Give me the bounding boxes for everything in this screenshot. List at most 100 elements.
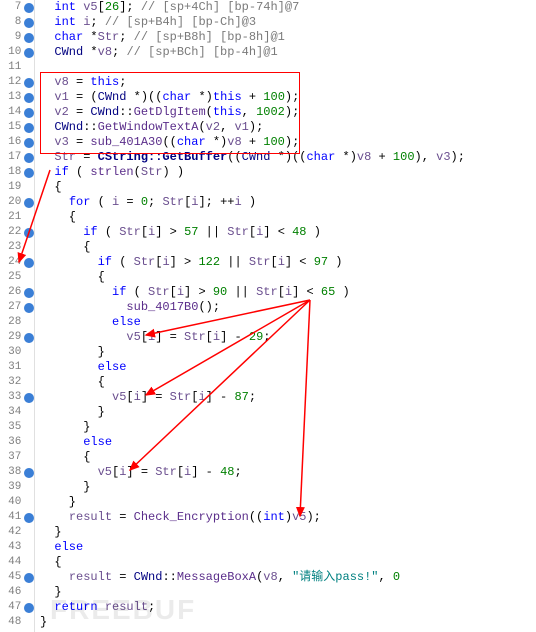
breakpoint-dot[interactable] bbox=[24, 3, 34, 13]
code-text: sub_4017B0(); bbox=[34, 300, 220, 315]
breakpoint-dot[interactable] bbox=[24, 78, 34, 88]
code-line[interactable]: if ( Str[i] > 90 || Str[i] < 65 ) bbox=[34, 285, 465, 300]
code-line[interactable]: { bbox=[34, 180, 465, 195]
breakpoint-dot[interactable] bbox=[24, 48, 34, 58]
code-text: else bbox=[34, 360, 126, 375]
code-line[interactable]: { bbox=[34, 270, 465, 285]
breakpoint-dot[interactable] bbox=[24, 258, 34, 268]
code-text: if ( Str[i] > 90 || Str[i] < 65 ) bbox=[34, 285, 350, 300]
breakpoint-empty bbox=[24, 348, 34, 358]
code-line[interactable]: { bbox=[34, 240, 465, 255]
code-line[interactable]: v5[i] = Str[i] - 29; bbox=[34, 330, 465, 345]
gutter-row: 26 bbox=[0, 285, 34, 300]
code-line[interactable]: v5[i] = Str[i] - 48; bbox=[34, 465, 465, 480]
gutter-row: 12 bbox=[0, 75, 34, 90]
code-line[interactable]: int v5[26]; // [sp+4Ch] [bp-74h]@7 bbox=[34, 0, 465, 15]
code-text: { bbox=[34, 555, 62, 570]
code-line[interactable]: { bbox=[34, 450, 465, 465]
code-text: { bbox=[34, 270, 105, 285]
code-line[interactable]: CWnd *v8; // [sp+BCh] [bp-4h]@1 bbox=[34, 45, 465, 60]
code-line[interactable]: Str = CString::GetBuffer((CWnd *)((char … bbox=[34, 150, 465, 165]
breakpoint-dot[interactable] bbox=[24, 33, 34, 43]
code-line[interactable]: char *Str; // [sp+B8h] [bp-8h]@1 bbox=[34, 30, 465, 45]
line-number: 41 bbox=[0, 510, 23, 525]
breakpoint-dot[interactable] bbox=[24, 603, 34, 613]
breakpoint-dot[interactable] bbox=[24, 138, 34, 148]
line-number: 13 bbox=[0, 90, 23, 105]
line-number: 14 bbox=[0, 105, 23, 120]
code-line[interactable]: } bbox=[34, 495, 465, 510]
code-line[interactable]: result = CWnd::MessageBoxA(v8, "请输入pass!… bbox=[34, 570, 465, 585]
code-line[interactable]: v3 = sub_401A30((char *)v8 + 100); bbox=[34, 135, 465, 150]
code-line[interactable]: else bbox=[34, 315, 465, 330]
code-line[interactable]: else bbox=[34, 435, 465, 450]
code-line[interactable]: for ( i = 0; Str[i]; ++i ) bbox=[34, 195, 465, 210]
breakpoint-dot[interactable] bbox=[24, 333, 34, 343]
gutter-row: 31 bbox=[0, 360, 34, 375]
breakpoint-empty bbox=[24, 498, 34, 508]
gutter-row: 44 bbox=[0, 555, 34, 570]
code-line[interactable]: } bbox=[34, 420, 465, 435]
code-line[interactable]: v1 = (CWnd *)((char *)this + 100); bbox=[34, 90, 465, 105]
code-line[interactable]: } bbox=[34, 480, 465, 495]
line-number: 12 bbox=[0, 75, 23, 90]
code-line[interactable]: return result; bbox=[34, 600, 465, 615]
breakpoint-dot[interactable] bbox=[24, 108, 34, 118]
line-number: 31 bbox=[0, 360, 23, 375]
breakpoint-dot[interactable] bbox=[24, 303, 34, 313]
code-line[interactable]: v2 = CWnd::GetDlgItem(this, 1002); bbox=[34, 105, 465, 120]
breakpoint-empty bbox=[24, 483, 34, 493]
code-line[interactable]: if ( strlen(Str) ) bbox=[34, 165, 465, 180]
gutter-row: 27 bbox=[0, 300, 34, 315]
gutter-row: 40 bbox=[0, 495, 34, 510]
breakpoint-dot[interactable] bbox=[24, 468, 34, 478]
code-line[interactable]: result = Check_Encryption((int)v5); bbox=[34, 510, 465, 525]
code-text: { bbox=[34, 180, 62, 195]
breakpoint-dot[interactable] bbox=[24, 288, 34, 298]
code-text: else bbox=[34, 435, 112, 450]
breakpoint-dot[interactable] bbox=[24, 573, 34, 583]
code-line[interactable]: v5[i] = Str[i] - 87; bbox=[34, 390, 465, 405]
code-line[interactable]: } bbox=[34, 345, 465, 360]
gutter-row: 10 bbox=[0, 45, 34, 60]
code-line[interactable] bbox=[34, 60, 465, 75]
code-line[interactable]: } bbox=[34, 615, 465, 630]
line-number: 44 bbox=[0, 555, 23, 570]
breakpoint-dot[interactable] bbox=[24, 228, 34, 238]
breakpoint-dot[interactable] bbox=[24, 93, 34, 103]
code-line[interactable]: sub_4017B0(); bbox=[34, 300, 465, 315]
code-line[interactable]: CWnd::GetWindowTextA(v2, v1); bbox=[34, 120, 465, 135]
code-text: } bbox=[34, 420, 90, 435]
breakpoint-dot[interactable] bbox=[24, 18, 34, 28]
breakpoint-dot[interactable] bbox=[24, 513, 34, 523]
code-line[interactable]: else bbox=[34, 540, 465, 555]
code-line[interactable]: int i; // [sp+B4h] [bp-Ch]@3 bbox=[34, 15, 465, 30]
gutter-row: 16 bbox=[0, 135, 34, 150]
breakpoint-empty bbox=[24, 243, 34, 253]
code-line[interactable]: } bbox=[34, 405, 465, 420]
breakpoint-empty bbox=[24, 213, 34, 223]
breakpoint-dot[interactable] bbox=[24, 123, 34, 133]
code-line[interactable]: } bbox=[34, 525, 465, 540]
line-number: 36 bbox=[0, 435, 23, 450]
code-text: char *Str; // [sp+B8h] [bp-8h]@1 bbox=[34, 30, 285, 45]
code-line[interactable]: if ( Str[i] > 122 || Str[i] < 97 ) bbox=[34, 255, 465, 270]
line-number: 25 bbox=[0, 270, 23, 285]
code-text: } bbox=[34, 495, 76, 510]
code-text: int v5[26]; // [sp+4Ch] [bp-74h]@7 bbox=[34, 0, 299, 15]
breakpoint-dot[interactable] bbox=[24, 198, 34, 208]
gutter-row: 11 bbox=[0, 60, 34, 75]
line-number: 47 bbox=[0, 600, 23, 615]
code-line[interactable]: else bbox=[34, 360, 465, 375]
code-line[interactable]: v8 = this; bbox=[34, 75, 465, 90]
breakpoint-dot[interactable] bbox=[24, 153, 34, 163]
code-line[interactable]: { bbox=[34, 555, 465, 570]
code-line[interactable]: if ( Str[i] > 57 || Str[i] < 48 ) bbox=[34, 225, 465, 240]
code-line[interactable]: { bbox=[34, 210, 465, 225]
breakpoint-dot[interactable] bbox=[24, 393, 34, 403]
code-line[interactable]: } bbox=[34, 585, 465, 600]
gutter-row: 41 bbox=[0, 510, 34, 525]
code-line[interactable]: { bbox=[34, 375, 465, 390]
gutter-row: 42 bbox=[0, 525, 34, 540]
breakpoint-dot[interactable] bbox=[24, 168, 34, 178]
